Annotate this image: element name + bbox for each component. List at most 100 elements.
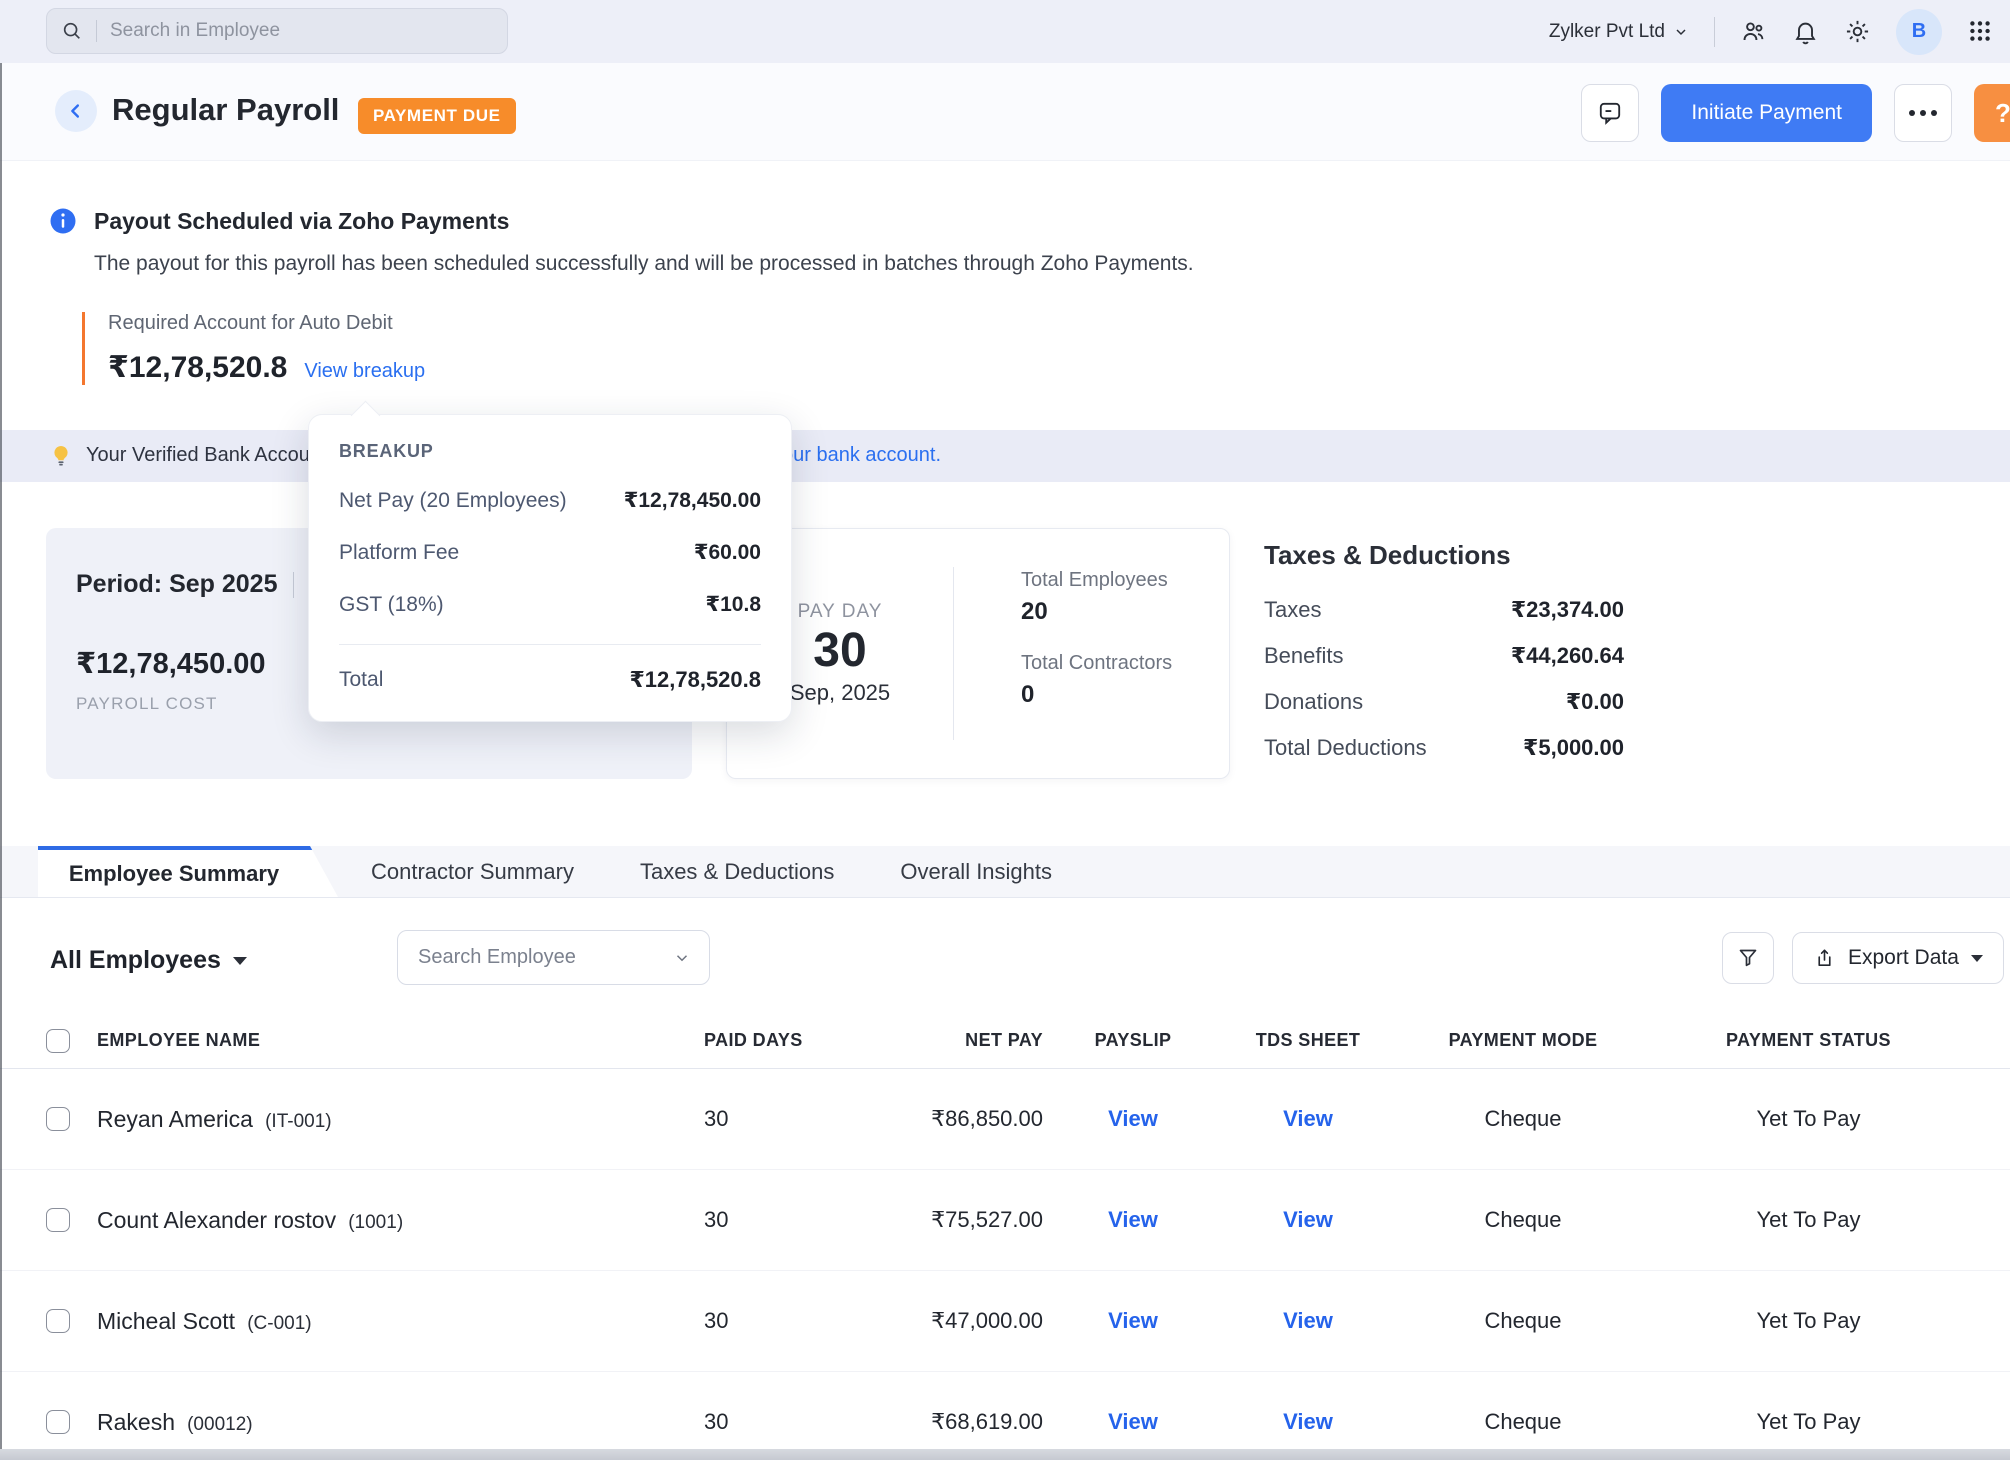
- users-icon[interactable]: [1740, 18, 1767, 45]
- paid-days-cell: 30: [653, 1409, 803, 1435]
- table-body: Reyan America (IT-001) 30 ₹86,850.00 Vie…: [0, 1069, 2010, 1460]
- payment-status-cell: Yet To Pay: [1653, 1106, 1964, 1132]
- payment-mode-cell: Cheque: [1393, 1106, 1653, 1132]
- payroll-cost-amount: ₹12,78,450.00: [76, 646, 266, 681]
- breakup-total-value: ₹12,78,520.8: [629, 667, 761, 693]
- tab[interactable]: Employee Summary: [38, 846, 338, 897]
- col-payslip: PAYSLIP: [1043, 1030, 1223, 1051]
- payslip-view-link[interactable]: View: [1043, 1308, 1223, 1334]
- employee-scope-dropdown[interactable]: All Employees: [50, 946, 247, 975]
- breakup-row-value: ₹10.8: [706, 592, 761, 617]
- row-checkbox[interactable]: [46, 1410, 70, 1434]
- export-label: Export Data: [1848, 946, 1959, 970]
- lightbulb-icon: [48, 443, 74, 469]
- required-amount: ₹12,78,520.8: [108, 350, 287, 385]
- payday-label: PAY DAY: [798, 601, 883, 623]
- net-pay-cell: ₹86,850.00: [803, 1106, 1043, 1132]
- tds-view-link[interactable]: View: [1223, 1308, 1393, 1334]
- bank-banner-link[interactable]: our bank account.: [782, 444, 941, 467]
- settings-gear-icon[interactable]: [1844, 18, 1871, 45]
- paid-days-cell: 30: [653, 1308, 803, 1334]
- payout-notice-title: Payout Scheduled via Zoho Payments: [94, 208, 509, 235]
- employee-id: (C-001): [247, 1313, 311, 1334]
- total-contractors-value: 0: [1021, 681, 1172, 709]
- bank-banner: Your Verified Bank Accou our bank accoun…: [0, 430, 2010, 482]
- tab[interactable]: Taxes & Deductions: [607, 846, 867, 897]
- tab[interactable]: Overall Insights: [867, 846, 1085, 897]
- payday-date: Sep, 2025: [790, 680, 890, 706]
- notifications-bell-icon[interactable]: [1792, 18, 1819, 45]
- payment-mode-cell: Cheque: [1393, 1409, 1653, 1435]
- header-actions: Initiate Payment ?: [1581, 84, 2010, 142]
- breakup-row-label: Platform Fee: [339, 541, 459, 565]
- breakup-row-label: Net Pay (20 Employees): [339, 489, 567, 513]
- tax-label: Benefits: [1264, 643, 1344, 669]
- bottom-scroll-strip[interactable]: [0, 1449, 2010, 1460]
- net-pay-cell: ₹75,527.00: [803, 1207, 1043, 1233]
- filter-button[interactable]: [1722, 932, 1774, 984]
- comments-button[interactable]: [1581, 84, 1639, 142]
- select-all-checkbox[interactable]: [46, 1029, 70, 1053]
- row-checkbox[interactable]: [46, 1208, 70, 1232]
- tax-value: ₹5,000.00: [1523, 735, 1624, 761]
- tax-label: Donations: [1264, 689, 1363, 715]
- caret-down-icon: [233, 957, 247, 965]
- payment-status-cell: Yet To Pay: [1653, 1207, 1964, 1233]
- payment-status-cell: Yet To Pay: [1653, 1308, 1964, 1334]
- employee-id: (IT-001): [265, 1111, 332, 1132]
- tax-label: Taxes: [1264, 597, 1321, 623]
- payout-notice: Payout Scheduled via Zoho Payments: [48, 206, 509, 236]
- row-checkbox[interactable]: [46, 1309, 70, 1333]
- tds-view-link[interactable]: View: [1223, 1106, 1393, 1132]
- tds-view-link[interactable]: View: [1223, 1207, 1393, 1233]
- help-button[interactable]: ?: [1974, 84, 2010, 142]
- initiate-payment-button[interactable]: Initiate Payment: [1661, 84, 1872, 142]
- employee-name: Reyan America: [97, 1106, 253, 1132]
- status-badge: PAYMENT DUE: [358, 98, 516, 134]
- bank-banner-text: Your Verified Bank Accou: [86, 444, 310, 467]
- table-row: Reyan America (IT-001) 30 ₹86,850.00 Vie…: [0, 1069, 2010, 1170]
- net-pay-cell: ₹47,000.00: [803, 1308, 1043, 1334]
- table-header: EMPLOYEE NAME PAID DAYS NET PAY PAYSLIP …: [0, 1013, 2010, 1069]
- col-net-pay: NET PAY: [803, 1030, 1043, 1051]
- topbar: Search in Employee Zylker Pvt Ltd B: [0, 0, 2010, 64]
- search-input[interactable]: Search in Employee: [46, 8, 508, 54]
- tds-view-link[interactable]: View: [1223, 1409, 1393, 1435]
- tab[interactable]: Contractor Summary: [338, 846, 607, 897]
- tax-value: ₹0.00: [1566, 689, 1624, 715]
- payslip-view-link[interactable]: View: [1043, 1207, 1223, 1233]
- avatar[interactable]: B: [1896, 9, 1942, 55]
- view-breakup-link[interactable]: View breakup: [304, 360, 425, 383]
- employee-name: Rakesh: [97, 1409, 175, 1435]
- col-payment-status: PAYMENT STATUS: [1653, 1030, 1964, 1051]
- breakup-row-value: ₹60.00: [694, 540, 761, 565]
- required-account-label: Required Account for Auto Debit: [108, 312, 425, 335]
- search-icon: [61, 20, 83, 42]
- payment-mode-cell: Cheque: [1393, 1308, 1653, 1334]
- payslip-view-link[interactable]: View: [1043, 1409, 1223, 1435]
- breakup-popup: BREAKUP Net Pay (20 Employees) ₹12,78,45…: [308, 414, 792, 722]
- breakup-total-row: Total ₹12,78,520.8: [339, 667, 761, 693]
- payroll-page: Search in Employee Zylker Pvt Ltd B: [0, 0, 2010, 1460]
- export-data-button[interactable]: Export Data: [1792, 932, 2004, 984]
- org-switcher[interactable]: Zylker Pvt Ltd: [1549, 21, 1689, 43]
- row-checkbox[interactable]: [46, 1107, 70, 1131]
- window-left-edge: [0, 63, 2, 1460]
- search-divider: [96, 20, 97, 42]
- tax-row: Taxes ₹23,374.00: [1264, 597, 1624, 623]
- payslip-view-link[interactable]: View: [1043, 1106, 1223, 1132]
- tax-label: Total Deductions: [1264, 735, 1427, 761]
- taxes-deductions-panel: Taxes & Deductions Taxes ₹23,374.00 Bene…: [1264, 540, 1624, 781]
- apps-grid-icon[interactable]: [1967, 18, 1994, 45]
- employee-scope-label: All Employees: [50, 946, 221, 975]
- ellipsis-icon: [1909, 110, 1937, 116]
- caret-down-icon: [1971, 955, 1983, 962]
- tax-value: ₹44,260.64: [1511, 643, 1624, 669]
- more-options-button[interactable]: [1894, 84, 1952, 142]
- back-button[interactable]: [55, 90, 97, 132]
- tab-label: Overall Insights: [900, 859, 1052, 885]
- search-employee-select[interactable]: Search Employee: [397, 930, 710, 985]
- payday-card: PAY DAY 30 Sep, 2025 Total Employees 20 …: [726, 528, 1230, 779]
- funnel-icon: [1736, 946, 1760, 970]
- employee-name-cell: Reyan America (IT-001): [97, 1106, 653, 1133]
